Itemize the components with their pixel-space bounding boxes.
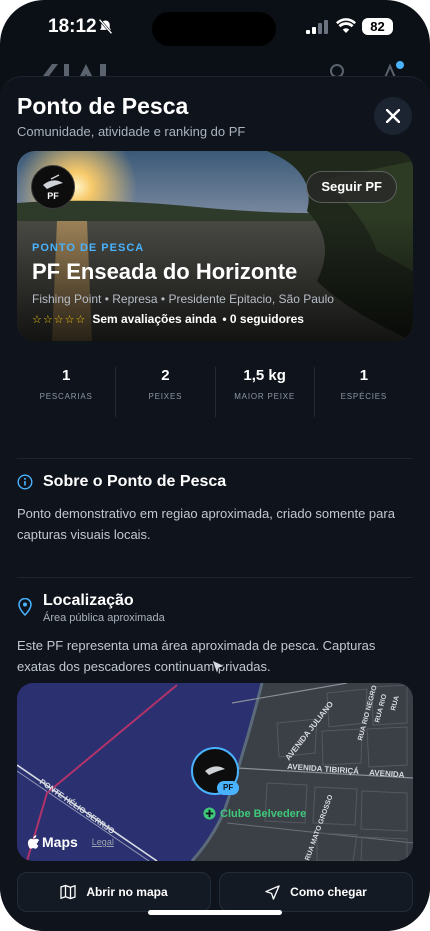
place-rating: ☆☆☆☆☆ Sem avaliações ainda • 0 seguidore… xyxy=(32,312,304,326)
stat-catches: 1 PESCARIAS xyxy=(17,367,117,417)
sheet-subtitle: Comunidade, atividade e ranking do PF xyxy=(17,124,246,139)
directions-label: Como chegar xyxy=(290,885,367,899)
poi-label: Clube Belvedere xyxy=(220,807,307,820)
stat-label: PESCARIAS xyxy=(39,392,93,401)
open-map-button[interactable]: Abrir no mapa xyxy=(17,872,211,912)
status-bar: 18:12 82 xyxy=(0,0,430,56)
info-icon xyxy=(17,474,33,490)
map-icon xyxy=(60,884,76,900)
battery-indicator: 82 xyxy=(362,18,393,35)
stat-fish: 2 PEIXES xyxy=(116,367,216,417)
place-avatar: PF xyxy=(31,165,75,209)
cursor-pointer-icon xyxy=(211,659,227,676)
stat-label: ESPÉCIES xyxy=(340,392,388,401)
stat-value: 1 xyxy=(61,367,71,384)
location-subtitle: Área pública aproximada xyxy=(43,612,165,624)
dynamic-island xyxy=(152,12,276,46)
map-poi[interactable]: Clube Belvedere xyxy=(203,807,306,820)
cellular-signal-icon xyxy=(306,20,328,34)
location-pin-icon xyxy=(18,598,32,616)
bell-muted-icon xyxy=(98,18,113,35)
location-title: Localização xyxy=(43,592,134,609)
rating-stars-icon: ☆☆☆☆☆ xyxy=(32,313,87,326)
maps-attribution: Maps Legal xyxy=(27,834,114,850)
stats-row: 1 PESCARIAS 2 PEIXES 1,5 kg MAIOR PEIXE 1 ES… xyxy=(17,367,413,417)
fishing-point-logo-icon xyxy=(205,766,225,775)
place-hero-card: PF Seguir PF PONTO DE PESCA PF Enseada d… xyxy=(17,151,413,341)
status-time: 18:12 xyxy=(48,16,97,37)
close-icon xyxy=(386,109,400,123)
stat-label: PEIXES xyxy=(148,392,183,401)
poi-icon xyxy=(203,807,216,820)
maps-label: Maps xyxy=(42,834,78,850)
stat-value: 1 xyxy=(359,367,369,384)
about-text: Ponto demonstrativo em regiao aproximada… xyxy=(17,506,395,542)
place-kicker: PONTO DE PESCA xyxy=(32,242,145,254)
divider xyxy=(17,458,413,459)
close-button[interactable] xyxy=(374,97,412,135)
home-indicator xyxy=(148,910,282,915)
avatar-text: PF xyxy=(47,191,59,201)
place-name: PF Enseada do Horizonte xyxy=(32,259,298,284)
navigation-arrow-icon xyxy=(265,884,280,900)
location-map[interactable]: AVENIDA JULIANO AVENIDA TIBIRIÇÁ AVENIDA… xyxy=(17,683,413,861)
place-detail-sheet: Ponto de Pesca Comunidade, atividade e r… xyxy=(0,76,430,931)
wifi-icon xyxy=(336,18,356,33)
rating-text: Sem avaliações ainda xyxy=(92,312,217,326)
stat-biggest-fish: 1,5 kg MAIOR PEIXE xyxy=(216,367,315,417)
stat-value: 2 xyxy=(161,367,170,384)
place-meta: Fishing Point • Represa • Presidente Epi… xyxy=(32,292,334,306)
legal-link[interactable]: Legal xyxy=(92,837,114,847)
followers-count: • 0 seguidores xyxy=(222,312,304,326)
about-title: Sobre o Ponto de Pesca xyxy=(43,473,227,490)
stat-value: 1,5 kg xyxy=(243,367,286,384)
map-pin-badge: PF xyxy=(217,781,240,795)
apple-logo-icon xyxy=(27,834,40,849)
sheet-title: Ponto de Pesca xyxy=(17,93,189,119)
divider xyxy=(17,577,413,578)
open-map-label: Abrir no mapa xyxy=(86,885,168,899)
stat-label: MAIOR PEIXE xyxy=(234,392,296,401)
follow-button[interactable]: Seguir PF xyxy=(306,171,397,203)
phone-screen: 18:12 82 Ponto de Pesca Comunidade, ativ… xyxy=(0,0,430,931)
directions-button[interactable]: Como chegar xyxy=(219,872,413,912)
stat-species: 1 ESPÉCIES xyxy=(315,367,413,417)
